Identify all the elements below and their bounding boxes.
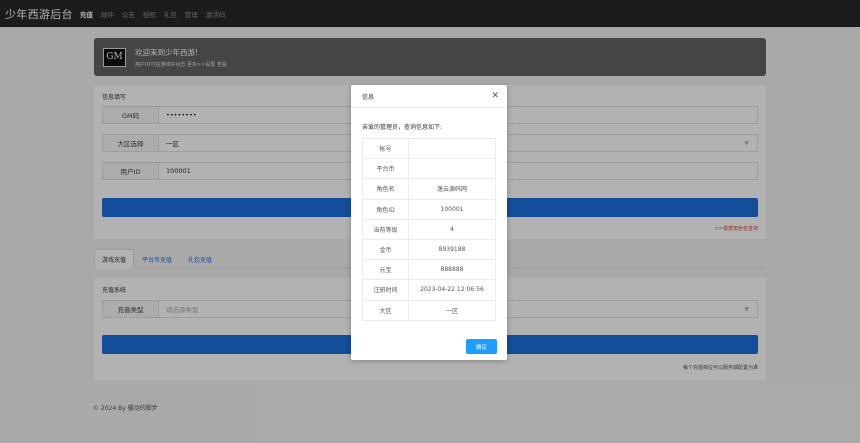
info-value: 逸云源码网 xyxy=(408,178,496,200)
table-row: 元宝 888888 xyxy=(362,259,496,281)
info-key: 帐号 xyxy=(362,137,409,160)
info-table: 帐号 平台币 角色名 逸云源码网 角色ID 100001 当前等级 4 金币 89391… xyxy=(362,137,496,321)
table-row: 角色名 逸云源码网 xyxy=(362,178,496,200)
table-row: 大区 一区 xyxy=(362,299,496,321)
table-row: 金币 8939188 xyxy=(362,238,496,261)
info-value: 2023-04-22 12:06:56 xyxy=(408,279,496,301)
info-value: 100001 xyxy=(408,198,496,220)
info-key: 金币 xyxy=(362,238,409,261)
info-value xyxy=(408,158,496,180)
info-key: 角色ID xyxy=(362,198,409,220)
info-value xyxy=(408,137,496,160)
info-key: 注册时间 xyxy=(362,279,409,301)
info-value: 4 xyxy=(408,218,496,240)
table-row: 角色ID 100001 xyxy=(362,198,496,220)
modal-title: 信息 xyxy=(362,93,375,101)
info-key: 角色名 xyxy=(362,178,409,200)
info-key: 平台币 xyxy=(362,158,409,180)
table-row: 注册时间 2023-04-22 12:06:56 xyxy=(362,279,496,301)
info-modal: 信息 ✕ 亲爱的管理员，查询信息如下: 帐号 平台币 角色名 逸云源码网 角色ID… xyxy=(351,85,507,360)
table-row: 平台币 xyxy=(362,158,496,180)
table-row: 当前等级 4 xyxy=(362,218,496,240)
modal-header: 信息 ✕ xyxy=(351,85,507,108)
info-key: 当前等级 xyxy=(362,218,409,240)
close-icon[interactable]: ✕ xyxy=(491,91,499,101)
info-key: 元宝 xyxy=(362,259,409,281)
info-value: 一区 xyxy=(408,299,496,321)
ok-button[interactable]: 确定 xyxy=(466,339,497,354)
table-row: 帐号 xyxy=(362,137,496,160)
info-value: 888888 xyxy=(408,259,496,281)
info-key: 大区 xyxy=(362,299,409,321)
info-value: 8939188 xyxy=(408,238,496,261)
